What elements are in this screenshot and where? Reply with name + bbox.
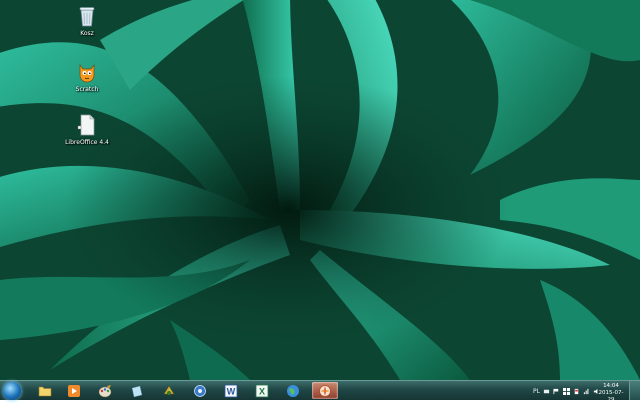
document-file-icon bbox=[75, 113, 99, 137]
clock-date: 2015-07-29 bbox=[598, 390, 624, 403]
desktop-icon-label: LibreOffice 4.4 bbox=[65, 139, 109, 146]
clock-time: 14:04 bbox=[603, 383, 619, 389]
clock[interactable]: 14:04 2015-07-29 bbox=[598, 383, 624, 404]
windows-icon[interactable] bbox=[563, 387, 570, 395]
scratch-cat-icon bbox=[75, 60, 99, 84]
flag-icon[interactable] bbox=[553, 388, 560, 395]
show-desktop-button[interactable] bbox=[629, 381, 640, 400]
battery-icon[interactable] bbox=[573, 388, 580, 395]
desktop-icon-scratch[interactable]: Scratch bbox=[55, 60, 119, 93]
language-indicator[interactable]: PL bbox=[533, 388, 540, 395]
media-player-icon[interactable] bbox=[65, 382, 83, 399]
desktop-icon-recycle-bin[interactable]: Kosz bbox=[55, 4, 119, 37]
taskbar: W X PL 14:04 2015-07-29 bbox=[0, 380, 640, 403]
compass-app-icon[interactable] bbox=[312, 382, 338, 399]
windows-start-orb-icon[interactable] bbox=[3, 382, 21, 400]
settings-icon[interactable] bbox=[191, 382, 209, 399]
desktop-icon-label: Scratch bbox=[75, 86, 99, 93]
network-icon[interactable] bbox=[543, 388, 550, 395]
wallpaper-leaves bbox=[0, 0, 640, 380]
wifi-icon[interactable] bbox=[583, 388, 590, 395]
file-explorer-icon[interactable] bbox=[36, 382, 54, 399]
desktop-icon-libreoffice[interactable]: LibreOffice 4.4 bbox=[55, 113, 119, 146]
desktop-icon-label: Kosz bbox=[80, 30, 94, 37]
svg-text:W: W bbox=[227, 386, 236, 396]
desktop[interactable]: Kosz Scratch LibreOffice 4.4 bbox=[0, 0, 640, 380]
system-tray: PL bbox=[533, 384, 600, 398]
globe-browser-icon[interactable] bbox=[284, 382, 302, 399]
word-icon[interactable]: W bbox=[222, 382, 240, 399]
game-icon[interactable] bbox=[160, 382, 178, 399]
svg-text:X: X bbox=[259, 386, 265, 396]
notepad-icon[interactable] bbox=[128, 382, 146, 399]
paint-icon[interactable] bbox=[96, 382, 114, 399]
recycle-bin-icon bbox=[75, 4, 99, 28]
excel-icon[interactable]: X bbox=[253, 382, 271, 399]
